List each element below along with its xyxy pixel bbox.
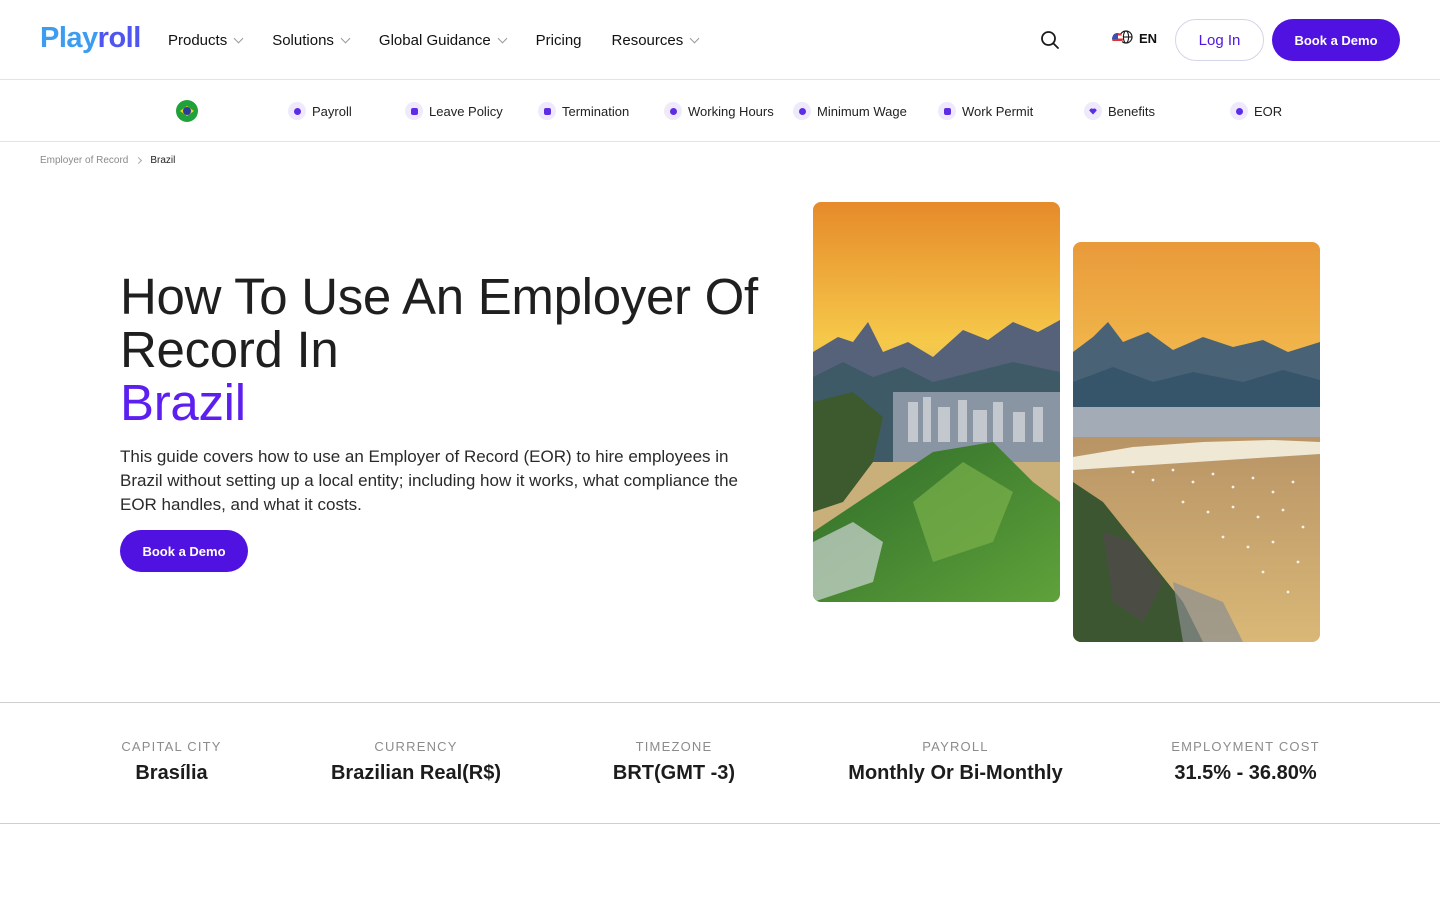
- hero-book-demo-button[interactable]: Book a Demo: [120, 530, 248, 572]
- breadcrumb: Employer of Record Brazil: [40, 155, 175, 166]
- subnav-item-minimum-wage[interactable]: Minimum Wage: [793, 100, 907, 122]
- chevron-down-icon: [689, 33, 700, 43]
- fact-label: Payroll: [922, 739, 989, 754]
- subnav-item-label: Work Permit: [962, 103, 1034, 119]
- subnav-item-label: Working Hours: [688, 103, 774, 119]
- payroll-icon: [288, 102, 306, 120]
- nav-item-label: Products: [168, 31, 228, 49]
- brazil-flag-icon: [176, 100, 198, 122]
- nav-item-global-guidance[interactable]: Global Guidance: [378, 31, 508, 49]
- fact-payroll: Payroll Monthly Or Bi-Monthly: [841, 739, 1070, 785]
- nav-item-label: Solutions: [272, 31, 334, 49]
- fact-capital-city: Capital City Brasília: [120, 739, 223, 785]
- calendar-icon: [405, 102, 423, 120]
- chevron-down-icon: [233, 33, 244, 43]
- language-label: EN: [1139, 31, 1158, 46]
- subnav-item-work-permit[interactable]: Work Permit: [938, 100, 1033, 122]
- fact-label: Employment Cost: [1171, 739, 1320, 754]
- subnav-item-label: EOR: [1254, 103, 1283, 119]
- fact-value: 31.5% - 36.80%: [1174, 762, 1317, 784]
- us-flag-icon: [1112, 33, 1123, 44]
- subnav-item-label: Termination: [562, 103, 630, 119]
- breadcrumb-parent-link[interactable]: Employer of Record: [40, 155, 128, 166]
- nav-item-label: Global Guidance: [378, 31, 491, 49]
- subnav-item-eor[interactable]: EOR: [1230, 100, 1282, 122]
- termination-icon: [538, 102, 556, 120]
- nav-item-solutions[interactable]: Solutions: [272, 31, 351, 49]
- book-demo-button[interactable]: Book a Demo: [1272, 19, 1400, 61]
- wage-icon: [793, 102, 811, 120]
- nav-item-label: Pricing: [535, 31, 582, 49]
- nav-item-resources[interactable]: Resources: [611, 31, 700, 49]
- chevron-down-icon: [497, 33, 508, 43]
- fact-timezone: Timezone BRT(GMT -3): [608, 739, 740, 785]
- rio-bay-image: [1073, 242, 1320, 642]
- clock-icon: [664, 102, 682, 120]
- playroll-logo[interactable]: Playroll: [40, 22, 141, 55]
- search-icon[interactable]: [1038, 28, 1062, 52]
- fact-value: Brasília: [135, 762, 208, 784]
- fact-employment-cost: Employment Cost 31.5% - 36.80%: [1171, 739, 1320, 785]
- breadcrumb-current: Brazil: [150, 155, 176, 166]
- nav-item-products[interactable]: Products: [168, 31, 244, 49]
- chevron-right-icon: [135, 156, 143, 165]
- logo-part2: roll: [97, 22, 142, 54]
- hero-description: This guide covers how to use an Employer…: [120, 447, 738, 514]
- top-header: Playroll Products Solutions Global Guida…: [0, 0, 1440, 80]
- login-button[interactable]: Log In: [1175, 19, 1264, 61]
- fact-value: Monthly Or Bi-Monthly: [848, 762, 1063, 784]
- page-title: How To Use An Employer Of Record In Braz…: [120, 270, 800, 429]
- permit-icon: [938, 102, 956, 120]
- fact-value: BRT(GMT -3): [612, 762, 736, 784]
- country-facts: Capital City Brasília Currency Brazilian…: [0, 702, 1440, 824]
- subnav-item-leave-policy[interactable]: Leave Policy: [405, 100, 503, 122]
- subnav-item-label: Minimum Wage: [817, 103, 907, 119]
- fact-label: Currency: [374, 739, 458, 754]
- subnav-item-label: Leave Policy: [429, 103, 503, 119]
- location-icon: [1230, 102, 1248, 120]
- logo-part1: Play: [40, 22, 98, 54]
- rio-landscape-image: [813, 202, 1060, 602]
- subnav-item-benefits[interactable]: Benefits: [1084, 100, 1155, 122]
- subnav-item-working-hours[interactable]: Working Hours: [664, 100, 774, 122]
- fact-currency: Currency Brazilian Real(R$): [325, 739, 507, 785]
- nav-item-label: Resources: [611, 31, 684, 49]
- fact-label: Capital City: [121, 739, 222, 754]
- chevron-down-icon: [340, 33, 351, 43]
- language-selector[interactable]: EN: [1112, 30, 1157, 47]
- subnav-item-label: Payroll: [312, 103, 352, 119]
- title-country: Brazil: [120, 374, 246, 431]
- subnav-item-payroll[interactable]: Payroll: [288, 100, 352, 122]
- fact-label: Timezone: [635, 739, 713, 754]
- heart-icon: [1084, 102, 1102, 120]
- title-text: How To Use An Employer Of Record In: [120, 268, 758, 378]
- subnav-item-label: Benefits: [1108, 103, 1155, 119]
- subnav-item-termination[interactable]: Termination: [538, 100, 629, 122]
- nav-item-pricing[interactable]: Pricing: [536, 32, 582, 49]
- fact-value: Brazilian Real(R$): [330, 762, 502, 784]
- main-nav: Products Solutions Global Guidance Prici…: [168, 0, 728, 80]
